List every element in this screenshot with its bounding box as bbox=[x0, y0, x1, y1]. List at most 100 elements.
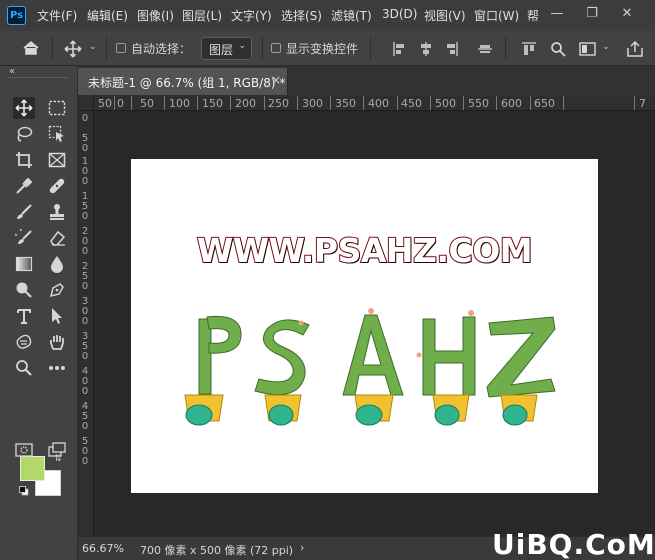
horizontal-ruler[interactable]: 50 0 50 100 150 200 250 300 350 400 450 … bbox=[78, 95, 655, 111]
workspace-icon[interactable] bbox=[579, 41, 597, 60]
ruler-label: 250 bbox=[268, 97, 289, 110]
more-tools-icon[interactable] bbox=[46, 357, 68, 379]
ruler-label: 4 0 0 bbox=[81, 366, 89, 397]
marquee-tool-icon[interactable] bbox=[46, 97, 68, 119]
menu-file[interactable]: 文件(F) bbox=[37, 7, 77, 24]
ruler-tick bbox=[496, 96, 497, 110]
search-icon[interactable] bbox=[550, 41, 566, 60]
path-selection-tool-icon[interactable] bbox=[46, 305, 68, 327]
ruler-tick bbox=[363, 96, 364, 110]
panel-grip bbox=[8, 77, 68, 78]
document-tab-bar: 未标题-1 @ 66.7% (组 1, RGB/8) * × bbox=[78, 66, 655, 95]
menu-edit[interactable]: 编辑(E) bbox=[87, 7, 128, 24]
ruler-tick bbox=[197, 96, 198, 110]
screen-mode-icon[interactable] bbox=[46, 439, 68, 461]
divider bbox=[505, 37, 506, 60]
menu-filter[interactable]: 滤镜(T) bbox=[331, 7, 372, 24]
ruler-label: 50 bbox=[140, 97, 154, 110]
ruler-tick bbox=[131, 96, 132, 110]
chevron-down-icon[interactable]: ⌄ bbox=[602, 42, 610, 52]
photoshop-logo[interactable]: Ps bbox=[7, 6, 26, 25]
align-right-icon[interactable] bbox=[443, 41, 459, 60]
align-top-icon[interactable] bbox=[521, 41, 537, 60]
ruler-label: 2 0 0 bbox=[81, 226, 89, 257]
menu-select[interactable]: 选择(S) bbox=[281, 7, 322, 24]
healing-brush-tool-icon[interactable] bbox=[46, 175, 68, 197]
lasso-tool-icon[interactable] bbox=[13, 123, 35, 145]
vertical-ruler[interactable]: 0 5 0 1 0 0 1 5 0 2 0 0 2 5 0 3 0 0 3 5 … bbox=[78, 111, 94, 536]
close-icon[interactable]: × bbox=[271, 73, 281, 87]
menu-bar: Ps 文件(F) 编辑(E) 图像(I) 图层(L) 文字(Y) 选择(S) 滤… bbox=[0, 0, 655, 31]
zoom-level[interactable]: 66.67% bbox=[82, 542, 124, 555]
menu-layer[interactable]: 图层(L) bbox=[182, 7, 222, 24]
brush-tool-icon[interactable] bbox=[13, 201, 35, 223]
ruler-label: 0 bbox=[81, 113, 89, 124]
align-left-icon[interactable] bbox=[392, 41, 408, 60]
shape-tool-icon[interactable] bbox=[13, 331, 35, 353]
frame-tool-icon[interactable] bbox=[46, 149, 68, 171]
ruler-label: 0 bbox=[117, 97, 124, 110]
ruler-label: 350 bbox=[335, 97, 356, 110]
ruler-label: 550 bbox=[468, 97, 489, 110]
ruler-label: 1 0 0 bbox=[81, 156, 89, 187]
eyedropper-tool-icon[interactable] bbox=[13, 175, 35, 197]
quick-mask-icon[interactable] bbox=[13, 439, 35, 461]
ruler-label: 5 0 0 bbox=[81, 436, 89, 467]
gradient-tool-icon[interactable] bbox=[13, 253, 35, 275]
chevron-right-icon[interactable]: › bbox=[300, 541, 304, 554]
default-colors-icon[interactable] bbox=[19, 485, 29, 496]
cactus-letter-p-stem bbox=[198, 318, 212, 395]
object-select-tool-icon[interactable] bbox=[46, 123, 68, 145]
ruler-label: 100 bbox=[169, 97, 190, 110]
ruler-label: 650 bbox=[534, 97, 555, 110]
layer-group-dropdown[interactable]: 图层 ⌄ bbox=[201, 37, 252, 60]
menu-help[interactable]: 帮 bbox=[527, 7, 539, 24]
ruler-tick bbox=[463, 96, 464, 110]
divider bbox=[106, 37, 107, 60]
minimize-button[interactable]: — bbox=[547, 4, 567, 24]
menu-window[interactable]: 窗口(W) bbox=[474, 7, 519, 24]
ruler-origin[interactable] bbox=[78, 95, 94, 111]
crop-tool-icon[interactable] bbox=[13, 149, 35, 171]
zoom-tool-icon[interactable] bbox=[13, 357, 35, 379]
dropdown-value: 图层 bbox=[209, 43, 234, 57]
menu-view[interactable]: 视图(V) bbox=[424, 7, 466, 24]
chevron-down-icon: ⌄ bbox=[238, 41, 246, 51]
chevron-down-icon[interactable]: ⌄ bbox=[89, 42, 97, 52]
divider bbox=[370, 37, 371, 60]
ruler-label: 5 0 bbox=[81, 133, 89, 154]
ruler-label: 200 bbox=[235, 97, 256, 110]
menu-type[interactable]: 文字(Y) bbox=[231, 7, 272, 24]
share-icon[interactable] bbox=[626, 40, 644, 61]
document-canvas[interactable]: WWW.PSAHZ.COM bbox=[131, 159, 598, 493]
auto-select-checkbox[interactable] bbox=[116, 43, 126, 53]
cactus-letters-illustration bbox=[184, 308, 556, 426]
document-tab[interactable]: 未标题-1 @ 66.7% (组 1, RGB/8) * × bbox=[78, 68, 288, 95]
collapse-panel-icon[interactable]: « bbox=[9, 66, 15, 77]
show-transform-checkbox[interactable] bbox=[271, 43, 281, 53]
ruler-tick bbox=[114, 96, 115, 110]
dodge-tool-icon[interactable] bbox=[13, 279, 35, 301]
restore-button[interactable]: ❐ bbox=[582, 4, 602, 24]
menu-image[interactable]: 图像(I) bbox=[137, 7, 174, 24]
document-info: 700 像素 x 500 像素 (72 ppi) bbox=[140, 544, 294, 557]
eraser-tool-icon[interactable] bbox=[46, 227, 68, 249]
pen-tool-icon[interactable] bbox=[46, 279, 68, 301]
hand-tool-icon[interactable] bbox=[46, 331, 68, 353]
align-center-icon[interactable] bbox=[418, 41, 434, 60]
menu-3d[interactable]: 3D(D) bbox=[382, 7, 417, 21]
blur-tool-icon[interactable] bbox=[46, 253, 68, 275]
move-tool-preset-icon[interactable] bbox=[64, 40, 82, 61]
divider bbox=[262, 37, 263, 60]
type-tool-icon[interactable] bbox=[13, 305, 35, 327]
clone-stamp-tool-icon[interactable] bbox=[46, 201, 68, 223]
move-tool-icon[interactable] bbox=[13, 97, 35, 119]
close-window-button[interactable]: ✕ bbox=[617, 4, 637, 24]
ruler-label: 1 5 0 bbox=[81, 191, 89, 222]
options-bar: ⌄ 自动选择： 图层 ⌄ 显示变换控件 ⌄ bbox=[0, 31, 655, 66]
align-middle-icon[interactable] bbox=[477, 41, 493, 60]
history-brush-tool-icon[interactable] bbox=[13, 227, 35, 249]
ruler-label: 4 5 0 bbox=[81, 401, 89, 432]
home-icon[interactable] bbox=[22, 40, 40, 59]
ruler-tick bbox=[397, 96, 398, 110]
